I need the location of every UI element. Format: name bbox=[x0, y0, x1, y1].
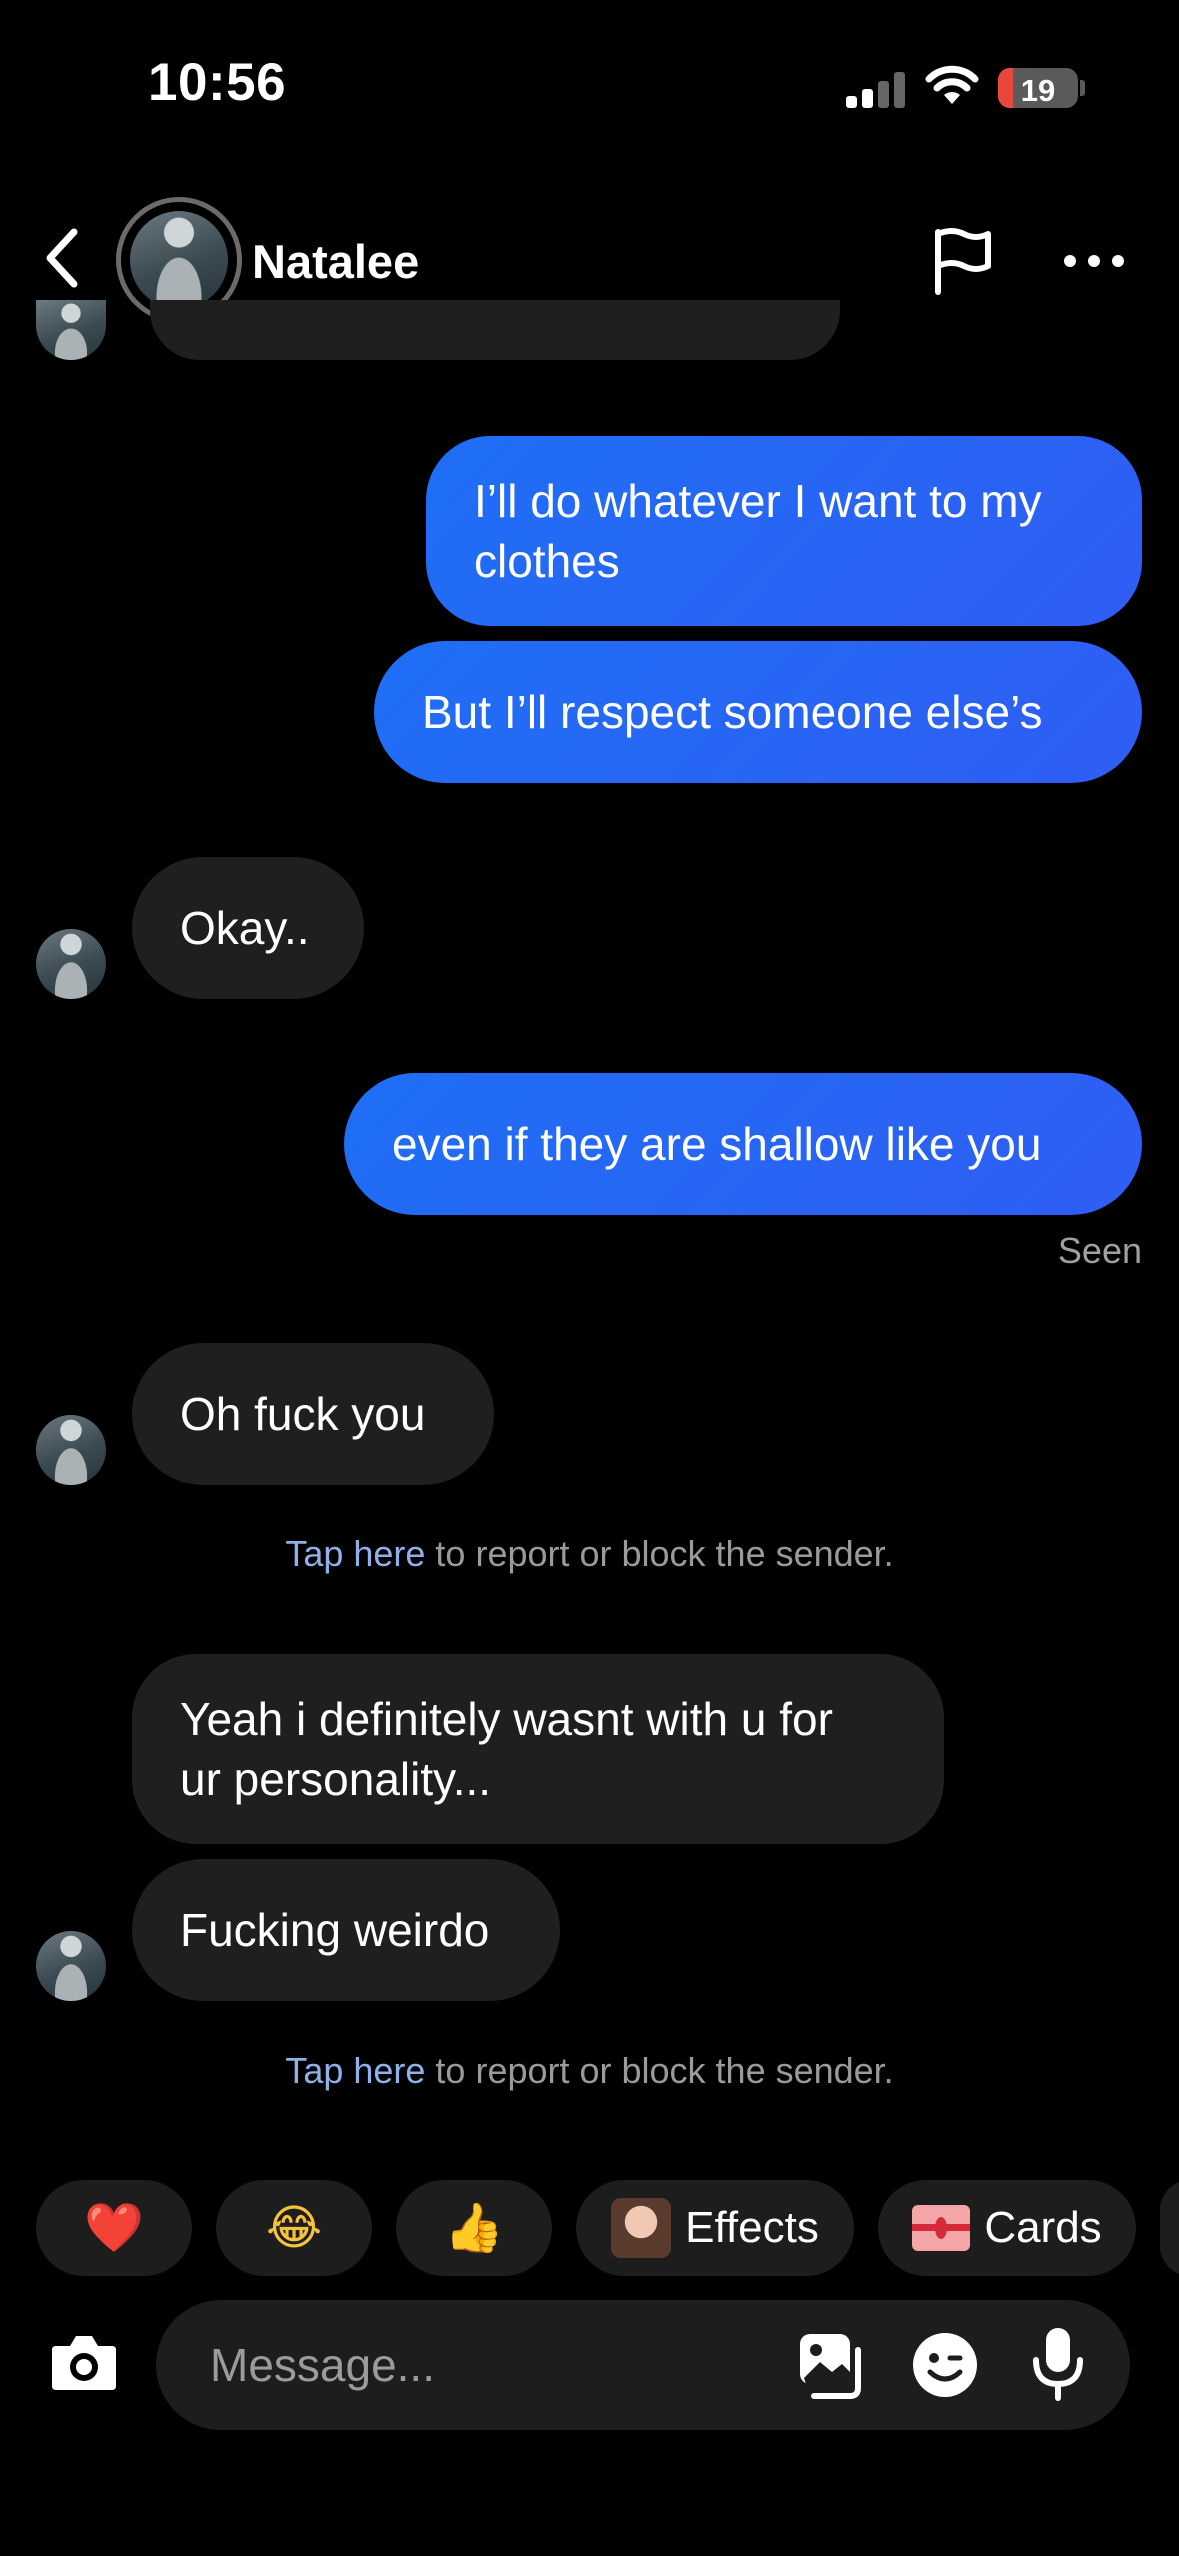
message-text: even if they are shallow like you bbox=[392, 1118, 1042, 1170]
cards-button[interactable]: Cards bbox=[878, 2180, 1136, 2276]
wifi-icon bbox=[925, 65, 979, 104]
message-input[interactable] bbox=[210, 2300, 730, 2430]
report-notice: Tap here to report or block the sender. bbox=[0, 1533, 1179, 1575]
message-text: Fucking weirdo bbox=[180, 1904, 490, 1956]
outgoing-message[interactable]: But I’ll respect someone else’s bbox=[374, 641, 1142, 783]
cellular-signal-icon bbox=[846, 70, 906, 110]
report-link[interactable]: Tap here bbox=[285, 2050, 425, 2091]
effects-icon bbox=[611, 2198, 672, 2258]
battery-cap bbox=[1080, 80, 1085, 96]
sticker-icon[interactable] bbox=[910, 2330, 980, 2400]
message-line: ur personality... bbox=[180, 1753, 492, 1805]
cards-label: Cards bbox=[984, 2203, 1102, 2252]
incoming-message[interactable]: Yeah i definitely wasnt with u for ur pe… bbox=[132, 1654, 944, 1844]
contact-avatar[interactable] bbox=[130, 211, 228, 309]
battery-icon: 19 bbox=[998, 68, 1078, 108]
message-input-container[interactable] bbox=[156, 2300, 1130, 2430]
seen-label: Seen bbox=[1057, 1230, 1142, 1271]
report-notice-text: to report or block the sender. bbox=[425, 2050, 894, 2091]
thumbs-up-icon: 👍 bbox=[444, 2200, 504, 2256]
outgoing-message[interactable]: even if they are shallow like you bbox=[344, 1073, 1142, 1215]
incoming-message[interactable]: Fucking weirdo bbox=[132, 1859, 560, 2001]
report-link[interactable]: Tap here bbox=[285, 1533, 425, 1574]
effects-label: Effects bbox=[685, 2203, 819, 2252]
quick-reaction-thumbs-up[interactable]: 👍 bbox=[396, 2180, 552, 2276]
message-line: Yeah i definitely wasnt with u for bbox=[180, 1693, 833, 1745]
back-chevron-icon[interactable] bbox=[40, 226, 86, 290]
report-notice: Tap here to report or block the sender. bbox=[0, 2050, 1179, 2092]
incoming-message[interactable]: Okay.. bbox=[132, 857, 364, 999]
effects-button[interactable]: Effects bbox=[576, 2180, 854, 2276]
status-time: 10:56 bbox=[148, 53, 287, 112]
microphone-icon[interactable] bbox=[1030, 2326, 1086, 2402]
camera-icon[interactable] bbox=[48, 2330, 120, 2394]
gallery-icon[interactable] bbox=[796, 2330, 866, 2400]
sender-avatar[interactable] bbox=[36, 929, 106, 999]
outgoing-message[interactable]: I’ll do whatever I want to my clothes bbox=[426, 436, 1142, 626]
contact-name[interactable]: Natalee bbox=[252, 234, 419, 289]
sender-avatar bbox=[36, 300, 106, 360]
incoming-message[interactable]: Oh fuck you bbox=[132, 1343, 494, 1485]
sender-avatar[interactable] bbox=[36, 1415, 106, 1485]
message-text: Oh fuck you bbox=[180, 1388, 426, 1440]
battery-level: 19 bbox=[1020, 73, 1056, 108]
previous-message-bubble bbox=[150, 300, 840, 360]
heart-icon: ❤️ bbox=[84, 2200, 144, 2256]
report-notice-text: to report or block the sender. bbox=[425, 1533, 894, 1574]
sender-avatar[interactable] bbox=[36, 1931, 106, 2001]
more-options-icon[interactable] bbox=[1062, 252, 1126, 270]
message-text: Okay.. bbox=[180, 902, 310, 954]
cards-icon bbox=[912, 2205, 971, 2251]
message-line: I’ll do whatever I want to my bbox=[474, 475, 1042, 527]
more-chips-overflow[interactable] bbox=[1160, 2180, 1179, 2276]
message-line: clothes bbox=[474, 535, 620, 587]
quick-reaction-heart[interactable]: ❤️ bbox=[36, 2180, 192, 2276]
flag-icon[interactable] bbox=[930, 226, 994, 296]
message-text: But I’ll respect someone else’s bbox=[422, 686, 1043, 738]
quick-reaction-laughing[interactable]: 😂 bbox=[216, 2180, 372, 2276]
laughing-emoji-icon: 😂 bbox=[265, 2200, 323, 2256]
